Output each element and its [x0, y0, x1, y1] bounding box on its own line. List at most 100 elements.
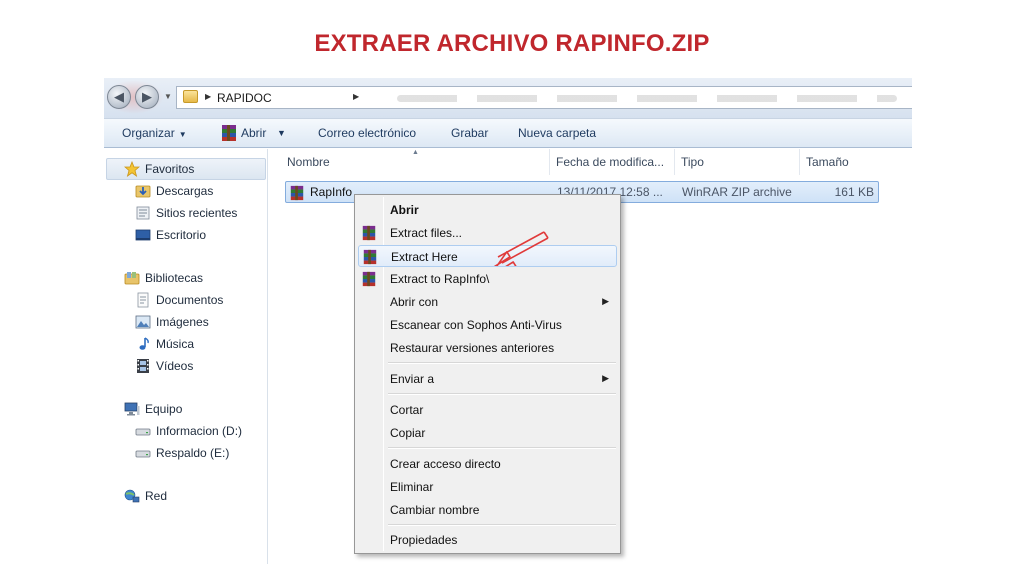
organizar-label: Organizar [122, 126, 175, 140]
winrar-icon [362, 249, 378, 268]
menu-item-cambiar-nombre[interactable]: Cambiar nombre [358, 499, 617, 521]
nav-bibliotecas[interactable]: Bibliotecas [124, 269, 203, 287]
annotation-arrow-icon [488, 231, 549, 266]
nav-documentos-label: Documentos [156, 293, 224, 307]
winrar-icon [220, 124, 238, 145]
abrir-button[interactable]: Abrir [241, 126, 266, 140]
network-icon [124, 488, 140, 504]
address-bar-strip: ◀ ▶ ▼ ▶ RAPIDOC ▶ [104, 78, 912, 118]
menu-item-label: Propiedades [390, 533, 458, 547]
nueva-carpeta-button[interactable]: Nueva carpeta [518, 126, 596, 140]
menu-item-escanear-sophos[interactable]: Escanear con Sophos Anti-Virus [358, 314, 617, 336]
nav-videos[interactable]: Vídeos [135, 357, 193, 375]
menu-item-label: Cortar [390, 403, 424, 417]
chevron-down-icon: ▼ [178, 130, 187, 139]
nav-sitios-recientes[interactable]: Sitios recientes [135, 204, 237, 222]
menu-separator [388, 393, 616, 395]
nav-favoritos-label: Favoritos [145, 162, 195, 176]
arrow-left-icon: ◀ [114, 89, 124, 104]
menu-item-abrir-con[interactable]: Abrir con ▶ [358, 291, 617, 313]
menu-separator [388, 524, 616, 526]
column-header-type[interactable]: Tipo [681, 155, 704, 169]
slide-title: EXTRAER ARCHIVO RAPINFO.ZIP [314, 30, 710, 57]
hard-drive-icon [135, 445, 151, 461]
organizar-button[interactable]: Organizar ▼ [122, 126, 187, 140]
arrow-right-icon: ▶ [142, 89, 152, 104]
nav-drive-e[interactable]: Respaldo (E:) [135, 444, 229, 462]
nav-videos-label: Vídeos [156, 359, 194, 373]
file-size: 161 KB [834, 185, 874, 199]
film-icon [135, 358, 151, 374]
nav-equipo[interactable]: Equipo [124, 400, 182, 418]
menu-item-propiedades[interactable]: Propiedades [358, 529, 617, 551]
nav-favoritos[interactable]: Favoritos [124, 160, 194, 178]
nav-escritorio[interactable]: Escritorio [135, 226, 206, 244]
menu-item-label: Abrir [390, 203, 419, 217]
winrar-archive-icon [289, 185, 305, 204]
menu-item-eliminar[interactable]: Eliminar [358, 476, 617, 498]
menu-item-cortar[interactable]: Cortar [358, 399, 617, 421]
menu-separator [388, 362, 616, 364]
nav-drive-d[interactable]: Informacion (D:) [135, 422, 242, 440]
nav-musica-label: Música [156, 337, 195, 351]
column-header-date[interactable]: Fecha de modifica... [556, 155, 664, 169]
menu-item-label: Enviar a [390, 372, 435, 386]
nav-documentos[interactable]: Documentos [135, 291, 223, 309]
sort-ascending-icon: ▲ [412, 149, 419, 156]
menu-item-label: Extract Here [391, 250, 458, 264]
chevron-down-icon: ▼ [164, 92, 172, 101]
menu-item-enviar-a[interactable]: Enviar a ▶ [358, 368, 617, 390]
music-note-icon [135, 336, 151, 352]
nav-drive-e-label: Respaldo (E:) [156, 446, 230, 460]
column-header-size[interactable]: Tamaño [806, 155, 849, 169]
breadcrumb-arrow-icon[interactable]: ▶ [205, 92, 211, 101]
column-separator [799, 149, 800, 175]
abrir-dropdown-icon[interactable]: ▼ [277, 128, 286, 138]
column-header-name[interactable]: Nombre [287, 155, 330, 169]
recent-places-icon [135, 205, 151, 221]
nav-descargas-label: Descargas [156, 184, 214, 198]
menu-item-label: Restaurar versiones anteriores [390, 341, 555, 355]
menu-item-crear-acceso[interactable]: Crear acceso directo [358, 453, 617, 475]
nav-descargas[interactable]: Descargas [135, 182, 213, 200]
blurred-breadcrumb-area [397, 95, 897, 102]
winrar-icon [361, 271, 377, 290]
submenu-arrow-icon: ▶ [602, 373, 609, 383]
menu-item-label: Crear acceso directo [390, 457, 501, 471]
grabar-button[interactable]: Grabar [451, 126, 488, 140]
desktop-icon [135, 227, 151, 243]
winrar-icon [361, 225, 377, 244]
file-name: RapInfo [310, 185, 353, 199]
back-button[interactable]: ◀ [107, 85, 131, 109]
library-icon [124, 270, 140, 286]
nav-escritorio-label: Escritorio [156, 228, 207, 242]
menu-item-extract-to[interactable]: Extract to RapInfo\ [358, 268, 617, 290]
nav-red[interactable]: Red [124, 487, 167, 505]
nav-sitios-recientes-label: Sitios recientes [156, 206, 238, 220]
nav-equipo-label: Equipo [145, 402, 183, 416]
image-icon [135, 314, 151, 330]
forward-button[interactable]: ▶ [135, 85, 159, 109]
nav-imagenes[interactable]: Imágenes [135, 313, 209, 331]
folder-icon [183, 90, 198, 103]
menu-item-label: Eliminar [390, 480, 434, 494]
menu-item-label: Extract to RapInfo\ [390, 272, 490, 286]
column-separator [549, 149, 550, 175]
menu-item-copiar[interactable]: Copiar [358, 422, 617, 444]
nav-red-label: Red [145, 489, 168, 503]
download-folder-icon [135, 183, 151, 199]
menu-item-label: Escanear con Sophos Anti-Virus [390, 318, 562, 332]
nav-imagenes-label: Imágenes [156, 315, 209, 329]
recent-pages-dropdown[interactable]: ▼ [164, 92, 172, 101]
menu-item-label: Extract files... [390, 226, 463, 240]
correo-button[interactable]: Correo electrónico [318, 126, 416, 140]
nav-musica[interactable]: Música [135, 335, 194, 353]
command-toolbar: Organizar ▼ Abrir ▼ Correo electrónico Gr… [104, 118, 912, 148]
address-box[interactable]: ▶ RAPIDOC ▶ [176, 86, 912, 109]
breadcrumb-arrow-icon[interactable]: ▶ [353, 92, 359, 101]
menu-item-restaurar-versiones[interactable]: Restaurar versiones anteriores [358, 337, 617, 359]
breadcrumb-folder[interactable]: RAPIDOC [217, 91, 272, 105]
submenu-arrow-icon: ▶ [602, 296, 609, 306]
menu-separator [388, 447, 616, 449]
computer-icon [124, 401, 140, 417]
